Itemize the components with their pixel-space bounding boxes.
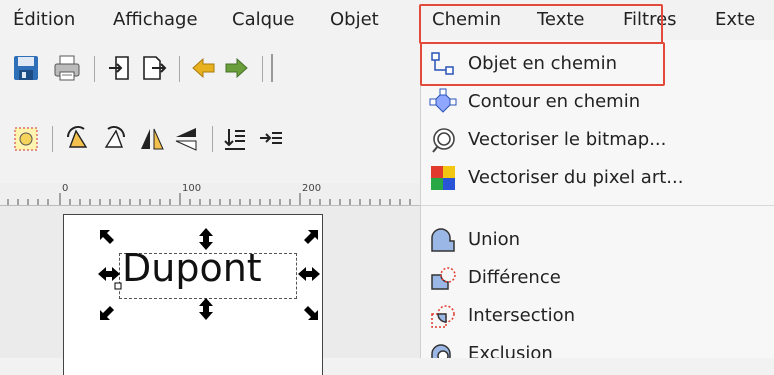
toolbar-separator xyxy=(262,56,263,82)
menu-item-label: Vectoriser du pixel art... xyxy=(468,167,684,188)
flip-horizontal-button[interactable] xyxy=(138,125,166,157)
menu-edition[interactable]: Édition xyxy=(13,8,75,32)
toolbar-partial-icon xyxy=(271,54,283,82)
toolbar-separator xyxy=(179,56,180,82)
scale-handle-bottom xyxy=(199,298,213,320)
trace-pixel-art-icon xyxy=(431,166,455,190)
menu-item-vectoriser-pixel-art[interactable]: Vectoriser du pixel art... xyxy=(421,160,774,196)
scale-handle-top-left xyxy=(100,230,114,244)
save-icon xyxy=(14,56,38,80)
rotate-cw-icon xyxy=(104,126,125,148)
horizontal-ruler[interactable]: 0 100 200 xyxy=(0,183,420,206)
menu-item-label: Union xyxy=(468,229,521,250)
raise-to-top-button[interactable] xyxy=(221,125,249,157)
menu-item-vectoriser-bitmap[interactable]: Vectoriser le bitmap... xyxy=(421,122,774,158)
menu-item-label: Vectoriser le bitmap... xyxy=(468,129,667,150)
flip-vertical-icon xyxy=(175,128,197,151)
menu-item-contour-en-chemin[interactable]: Contour en chemin xyxy=(421,84,774,120)
printer-icon xyxy=(54,55,80,81)
flip-horizontal-icon xyxy=(141,128,164,150)
export-button[interactable] xyxy=(140,54,168,86)
print-button[interactable] xyxy=(53,54,81,86)
toolbar-separator xyxy=(212,126,213,152)
scale-handle-top xyxy=(199,228,213,250)
difference-icon xyxy=(431,267,456,290)
stroke-to-path-icon xyxy=(429,88,457,113)
menu-item-intersection[interactable]: Intersection xyxy=(421,298,774,334)
intersection-icon xyxy=(431,305,455,328)
menu-separator xyxy=(421,205,774,206)
redo-icon xyxy=(225,57,248,79)
select-bbox-icon xyxy=(14,127,38,151)
redo-button[interactable] xyxy=(222,54,250,86)
scale-handle-right xyxy=(298,267,320,281)
undo-icon xyxy=(192,57,215,79)
rotate-cw-button[interactable] xyxy=(100,125,128,157)
toolbar-separator xyxy=(94,56,95,82)
scale-handle-top-right xyxy=(304,230,318,244)
menu-item-label: Contour en chemin xyxy=(468,91,641,112)
menu-extensions[interactable]: Exte xyxy=(715,8,755,32)
union-icon xyxy=(431,228,455,252)
selection-handles[interactable] xyxy=(96,226,326,326)
toolbar-separator xyxy=(52,126,53,152)
export-icon xyxy=(143,56,167,80)
ruler-label-100: 100 xyxy=(182,183,202,194)
rotate-ccw-icon xyxy=(67,126,88,148)
menu-item-label: Différence xyxy=(468,267,561,288)
highlight-menu-chemin xyxy=(419,4,663,44)
ruler-label-200: 200 xyxy=(302,183,322,194)
ruler-label-0: 0 xyxy=(62,183,69,194)
chemin-dropdown-menu: Objet en chemin Contour en chemin Vector… xyxy=(420,40,774,358)
import-icon xyxy=(109,56,129,80)
selection-bounds-button[interactable] xyxy=(12,125,40,157)
menu-item-label: Intersection xyxy=(468,305,576,326)
import-button[interactable] xyxy=(106,54,134,86)
rotate-ccw-button[interactable] xyxy=(64,125,92,157)
scale-handle-left xyxy=(98,267,120,281)
menu-item-difference[interactable]: Différence xyxy=(421,260,774,296)
center-handle xyxy=(114,282,122,290)
scale-handle-bottom-left xyxy=(100,306,114,320)
raise-icon xyxy=(260,132,282,144)
menu-item-union[interactable]: Union xyxy=(421,222,774,258)
save-button[interactable] xyxy=(12,54,40,86)
menu-affichage[interactable]: Affichage xyxy=(113,8,198,32)
menu-calque[interactable]: Calque xyxy=(232,8,295,32)
scale-handle-bottom-right xyxy=(304,306,318,320)
menu-item-exclusion[interactable]: Exclusion xyxy=(421,336,774,358)
raise-to-top-icon xyxy=(224,129,245,150)
undo-button[interactable] xyxy=(190,54,218,86)
raise-button[interactable] xyxy=(256,125,284,157)
menu-item-label: Exclusion xyxy=(468,343,553,358)
menu-objet[interactable]: Objet xyxy=(330,8,379,32)
flip-vertical-button[interactable] xyxy=(172,125,200,157)
trace-bitmap-icon xyxy=(432,128,455,153)
exclusion-icon xyxy=(431,344,451,358)
highlight-objet-en-chemin xyxy=(420,42,665,86)
